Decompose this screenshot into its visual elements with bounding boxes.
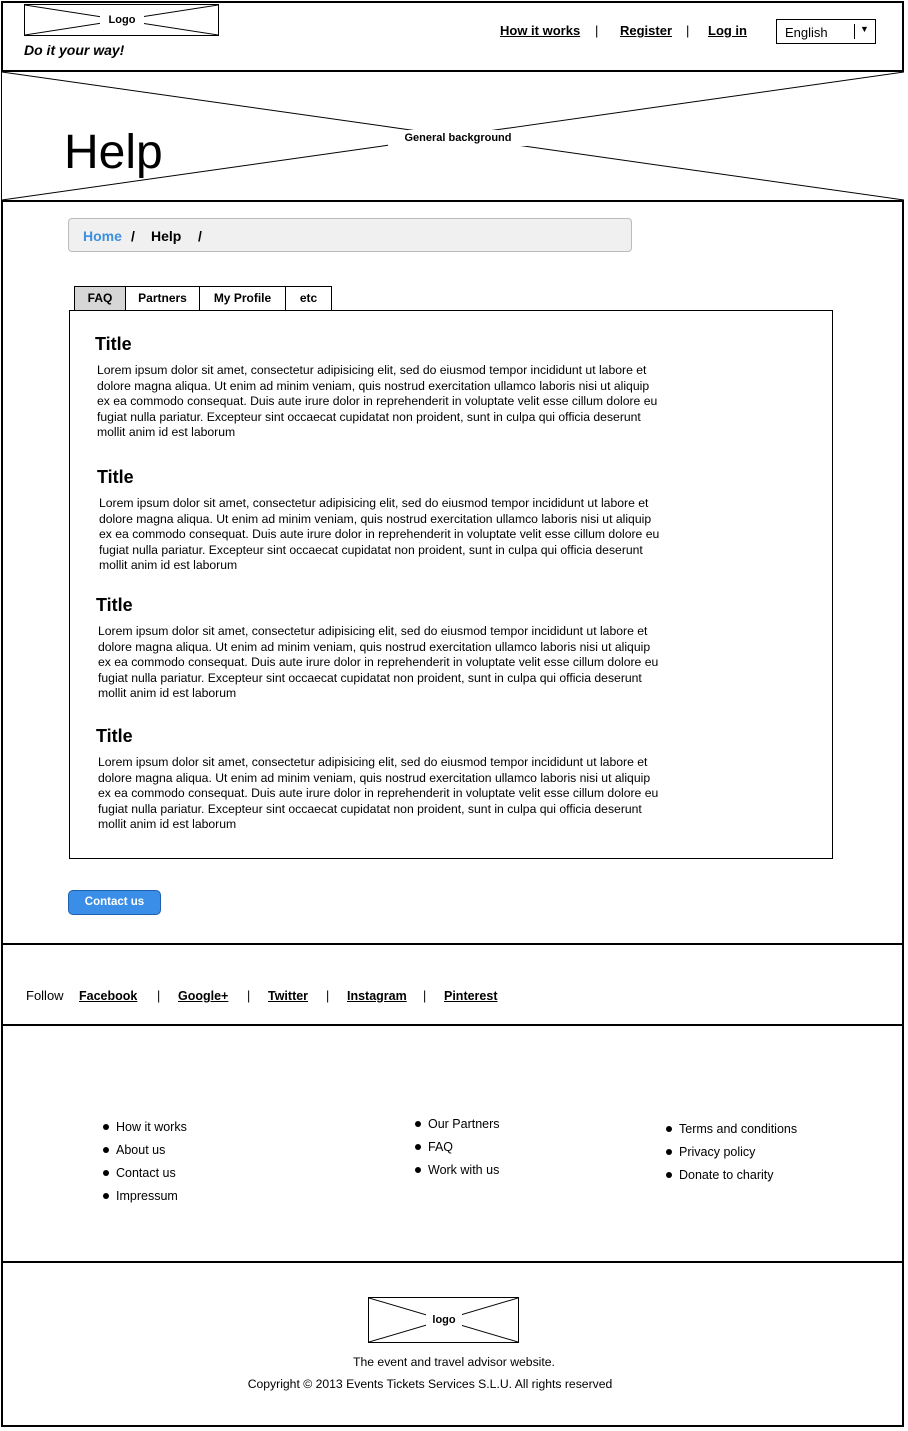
footer-column-2: Our Partners FAQ Work with us	[415, 1117, 501, 1186]
hero-banner: Help General background	[2, 70, 904, 202]
footer-link-about-us[interactable]: About us	[103, 1143, 188, 1166]
link-twitter[interactable]: Twitter	[268, 989, 308, 1003]
footer-link-faq[interactable]: FAQ	[415, 1140, 501, 1163]
hero-background-label: General background	[388, 130, 528, 146]
faq-body: Lorem ipsum dolor sit amet, consectetur …	[98, 755, 659, 831]
footer-logo-label: logo	[426, 1314, 462, 1326]
nav-separator: |	[686, 23, 690, 38]
follow-separator: |	[247, 989, 251, 1003]
footer-link-label: FAQ	[428, 1140, 454, 1154]
footer-column-3: Terms and conditions Privacy policy Dona…	[666, 1122, 798, 1191]
footer-link-label: Our Partners	[428, 1117, 500, 1131]
faq-body: Lorem ipsum dolor sit amet, consectetur …	[99, 496, 660, 572]
language-value: English	[785, 25, 828, 40]
breadcrumb-current: Help	[151, 228, 182, 244]
footer-link-privacy[interactable]: Privacy policy	[666, 1145, 798, 1168]
footer-link-label: Privacy policy	[679, 1145, 756, 1159]
follow-separator: |	[326, 989, 330, 1003]
footer-link-label: About us	[116, 1143, 166, 1157]
footer-link-label: Contact us	[116, 1166, 176, 1180]
footer-link-impressum[interactable]: Impressum	[103, 1189, 188, 1212]
footer-link-work-with-us[interactable]: Work with us	[415, 1163, 501, 1186]
faq-panel: Title Lorem ipsum dolor sit amet, consec…	[69, 310, 833, 859]
nav-login[interactable]: Log in	[708, 23, 747, 38]
faq-title: Title	[95, 334, 132, 354]
tagline: Do it your way!	[24, 42, 125, 58]
footer-logo[interactable]: logo	[368, 1297, 519, 1343]
faq-body: Lorem ipsum dolor sit amet, consectetur …	[98, 624, 659, 700]
footer-link-how-it-works[interactable]: How it works	[103, 1120, 188, 1143]
faq-title: Title	[96, 726, 133, 746]
nav-separator: |	[595, 23, 599, 38]
link-facebook[interactable]: Facebook	[79, 989, 137, 1003]
faq-body: Lorem ipsum dolor sit amet, consectetur …	[97, 363, 658, 439]
nav-register[interactable]: Register	[620, 23, 672, 38]
link-instagram[interactable]: Instagram	[347, 989, 407, 1003]
header-logo[interactable]: Logo	[24, 4, 219, 36]
follow-separator: |	[157, 989, 161, 1003]
tab-partners[interactable]: Partners	[125, 286, 200, 311]
select-divider	[854, 24, 855, 39]
faq-title: Title	[97, 467, 134, 487]
footer-tagline: The event and travel advisor website.	[353, 1355, 555, 1369]
nav-how-it-works[interactable]: How it works	[500, 23, 580, 38]
footer-copyright: Copyright © 2013 Events Tickets Services…	[247, 1377, 613, 1391]
breadcrumb: Home / Help /	[68, 218, 632, 252]
footer-link-donate[interactable]: Donate to charity	[666, 1168, 798, 1191]
link-google-plus[interactable]: Google+	[178, 989, 228, 1003]
breadcrumb-separator: /	[131, 228, 135, 244]
link-pinterest[interactable]: Pinterest	[444, 989, 498, 1003]
contact-us-button[interactable]: Contact us	[68, 890, 161, 915]
breadcrumb-separator: /	[198, 228, 202, 244]
footer-link-contact-us[interactable]: Contact us	[103, 1166, 188, 1189]
footer-link-terms[interactable]: Terms and conditions	[666, 1122, 798, 1145]
faq-title: Title	[96, 595, 133, 615]
footer-column-1: How it works About us Contact us Impress…	[103, 1120, 188, 1212]
footer-link-label: Donate to charity	[679, 1168, 774, 1182]
chevron-down-icon: ▼	[860, 24, 869, 34]
footer-link-our-partners[interactable]: Our Partners	[415, 1117, 501, 1140]
tab-etc[interactable]: etc	[285, 286, 332, 311]
footer-link-label: Impressum	[116, 1189, 178, 1203]
logo-label: Logo	[100, 14, 144, 26]
follow-bar: Follow Facebook | Google+ | Twitter | In…	[2, 943, 904, 1026]
language-select[interactable]: English ▼	[776, 19, 876, 44]
page-title: Help	[64, 126, 163, 179]
footer-link-label: How it works	[116, 1120, 187, 1134]
footer-link-label: Terms and conditions	[679, 1122, 798, 1136]
tab-faq[interactable]: FAQ	[74, 286, 126, 311]
follow-separator: |	[423, 989, 427, 1003]
footer-link-label: Work with us	[428, 1163, 500, 1177]
follow-label: Follow	[26, 988, 64, 1003]
breadcrumb-home[interactable]: Home	[83, 228, 122, 244]
footer-divider	[2, 1261, 904, 1263]
tab-my-profile[interactable]: My Profile	[199, 286, 286, 311]
